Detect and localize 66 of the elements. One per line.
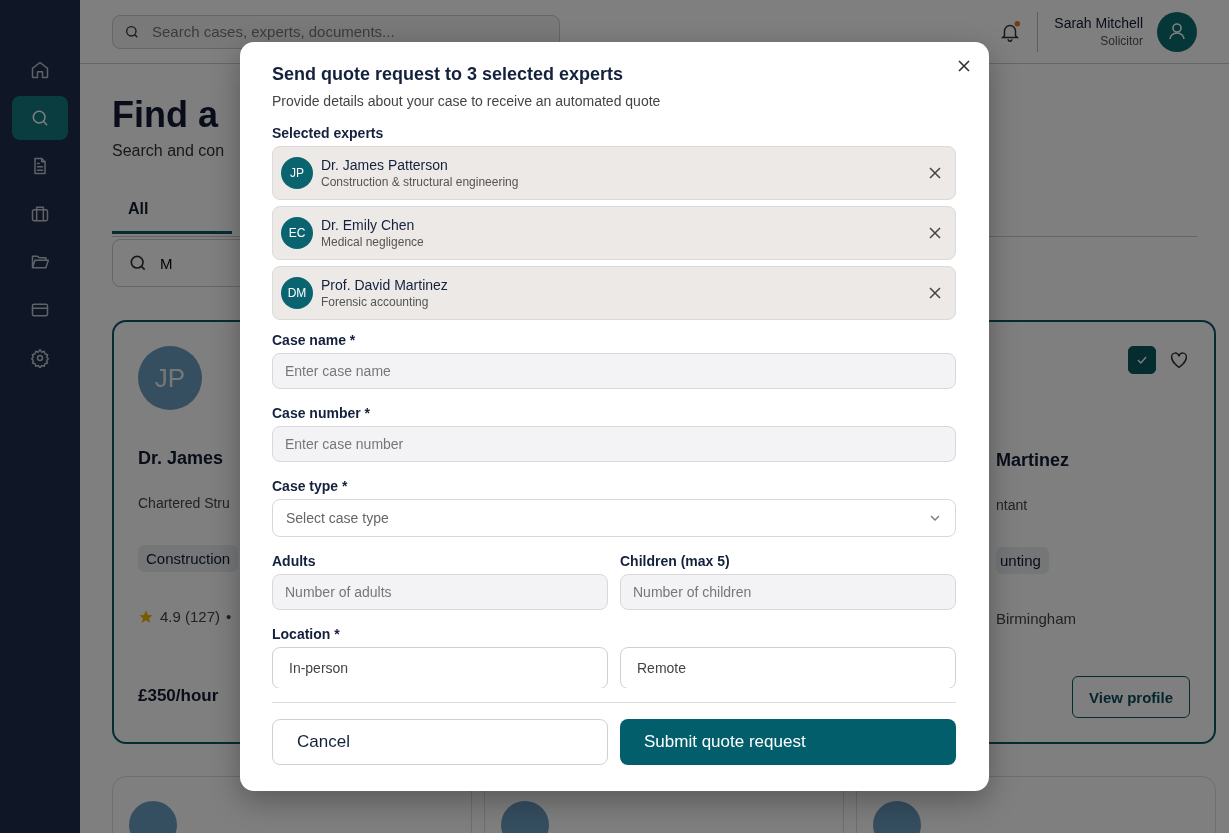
avatar: DM — [281, 277, 313, 309]
submit-button[interactable]: Submit quote request — [620, 719, 956, 765]
close-icon — [929, 167, 941, 179]
expert-name: Dr. Emily Chen — [321, 217, 416, 233]
avatar: JP — [138, 346, 202, 410]
option-button[interactable]: Remote — [620, 647, 956, 688]
star-icon — [138, 608, 154, 625]
close-button[interactable] — [957, 59, 971, 73]
option-button[interactable]: In-person — [272, 647, 608, 688]
input-field[interactable]: Number of children — [620, 574, 956, 610]
bell-icon[interactable] — [999, 20, 1022, 43]
cancel-button[interactable]: Cancel — [272, 719, 608, 765]
view-profile-button[interactable]: View profile — [1072, 676, 1190, 718]
close-icon — [957, 59, 971, 73]
checkbox[interactable] — [1128, 346, 1156, 374]
expert-field: Forensic accounting — [321, 295, 921, 309]
field-label: Adults — [272, 553, 317, 569]
input-field[interactable]: Number of adults — [272, 574, 608, 610]
tag: unting — [996, 547, 1049, 574]
expert-name: Prof. David Martinez — [321, 277, 449, 293]
gear-icon — [30, 348, 50, 368]
page-title: Find a — [112, 94, 218, 137]
heart-icon[interactable] — [1168, 349, 1190, 371]
remove-button[interactable] — [929, 287, 941, 299]
page-subtitle: Search and con — [112, 142, 225, 160]
expert-field: Medical negligence — [321, 235, 921, 249]
field-label: Children (max 5) — [620, 553, 731, 569]
field-label: Case number * — [272, 405, 372, 421]
field-label: Case name * — [272, 332, 357, 348]
home-icon — [30, 60, 50, 80]
avatar: JP — [281, 157, 313, 189]
dialog-subtitle: Provide details about your case to receive an automated quote — [272, 93, 662, 109]
location: Birmingham — [996, 610, 1077, 627]
tag: Construction — [138, 545, 239, 572]
expert-role: Chartered Stru — [138, 495, 230, 511]
input-field[interactable]: Enter case name — [272, 353, 956, 389]
separator: • — [226, 608, 232, 625]
remove-button[interactable] — [929, 167, 941, 179]
nav-button[interactable] — [12, 96, 68, 140]
dialog-title: Send quote request to 3 selected experts — [272, 64, 625, 85]
search-icon — [124, 23, 140, 40]
avatar-icon[interactable] — [1157, 11, 1197, 52]
price: £350/hour — [138, 686, 219, 706]
user-role: Solicitor — [1100, 34, 1143, 48]
user-name: Sarah Mitchell — [1054, 15, 1143, 31]
expert-name: Dr. James — [138, 448, 224, 469]
search-icon — [30, 108, 50, 128]
close-icon — [929, 287, 941, 299]
card-icon — [30, 300, 50, 320]
close-icon — [929, 227, 941, 239]
tab[interactable]: All — [112, 186, 232, 234]
field-label: Location * — [272, 626, 341, 642]
select-field[interactable]: Select case type — [272, 499, 956, 537]
remove-button[interactable] — [929, 227, 941, 239]
folder-icon — [30, 252, 50, 272]
field-label: Case type * — [272, 478, 349, 494]
input-field[interactable]: Enter case number — [272, 426, 956, 462]
expert-name: Martinez — [996, 450, 1069, 471]
field-label: Selected experts — [272, 125, 385, 141]
rating: 4.9 (127) — [160, 608, 221, 625]
expert-name: Dr. James Patterson — [321, 157, 449, 173]
search-icon — [128, 253, 148, 273]
avatar: EC — [281, 217, 313, 249]
expert-field: Construction & structural engineering — [321, 175, 921, 189]
expert-role: ntant — [996, 497, 1028, 513]
briefcase-icon — [30, 204, 50, 224]
